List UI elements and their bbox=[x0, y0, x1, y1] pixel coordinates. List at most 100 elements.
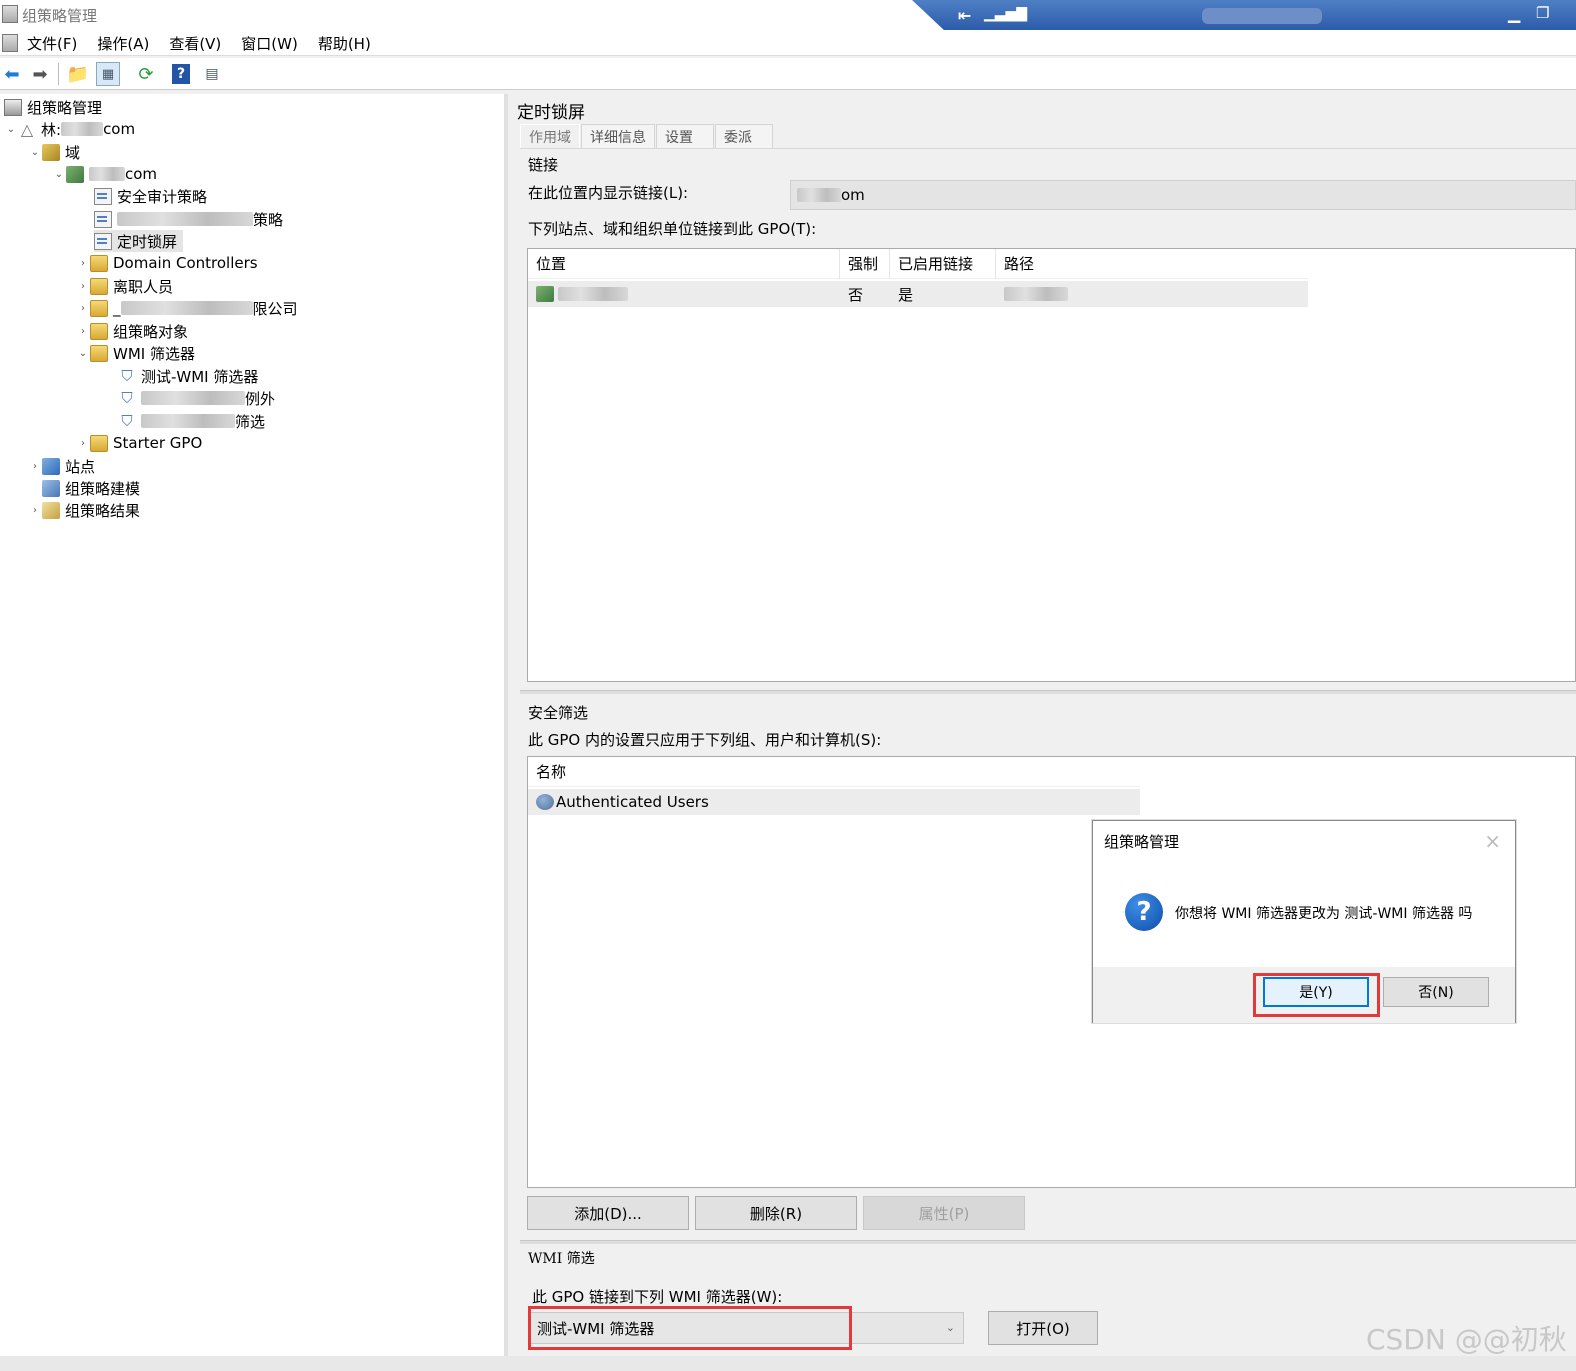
forest-icon: △ bbox=[20, 119, 34, 139]
remove-button[interactable]: 删除(R) bbox=[695, 1196, 857, 1230]
add-button[interactable]: 添加(D)... bbox=[527, 1196, 689, 1230]
redacted-text bbox=[89, 167, 125, 181]
back-arrow-icon[interactable]: ⬅ bbox=[0, 62, 24, 86]
users-group-icon bbox=[536, 794, 554, 810]
properties-button[interactable]: 属性(P) bbox=[863, 1196, 1025, 1230]
status-strip bbox=[0, 1356, 1576, 1371]
tree-results[interactable]: › 组策略结果 bbox=[28, 499, 140, 521]
links-heading: 链接 bbox=[528, 156, 559, 174]
chevron-right-icon[interactable]: › bbox=[28, 461, 42, 472]
section-splitter[interactable] bbox=[520, 690, 1576, 694]
filter-icon: ⛉ bbox=[121, 411, 133, 430]
filter-icon: ⛉ bbox=[121, 366, 133, 385]
chevron-right-icon[interactable]: › bbox=[76, 281, 90, 292]
dialog-title: 组策略管理 bbox=[1104, 833, 1180, 851]
chevron-right-icon[interactable]: › bbox=[76, 438, 90, 449]
modeling-icon bbox=[42, 479, 60, 497]
tree-ou-departed[interactable]: › 离职人员 bbox=[76, 275, 173, 297]
links-list-header: 位置 强制 已启用链接 路径 bbox=[528, 248, 1308, 279]
starter-gpo-icon bbox=[90, 434, 108, 452]
open-button[interactable]: 打开(O) bbox=[988, 1311, 1098, 1345]
remote-session-bar: ⇤ ▁▃▅▇ ▁ ❐ bbox=[912, 0, 1576, 32]
wmi-container-icon bbox=[90, 344, 108, 362]
security-label: 此 GPO 内的设置只应用于下列组、用户和计算机(S): bbox=[528, 731, 882, 749]
column-location[interactable]: 位置 bbox=[528, 248, 840, 279]
restore-icon[interactable]: ❐ bbox=[1536, 4, 1549, 22]
gpo-link-icon bbox=[94, 210, 112, 228]
ou-folder-icon bbox=[90, 254, 108, 272]
properties-icon[interactable]: ▤ bbox=[200, 62, 224, 86]
tree-wmi-test[interactable]: ⛉ 测试-WMI 筛选器 bbox=[118, 365, 258, 387]
show-hide-tree-icon[interactable]: ▦ bbox=[96, 62, 120, 86]
filter-icon: ⛉ bbox=[121, 388, 133, 407]
gpo-link-icon bbox=[94, 187, 112, 205]
watermark: CSDN @@初秋 bbox=[1366, 1323, 1567, 1356]
chevron-right-icon[interactable]: › bbox=[76, 326, 90, 337]
wmi-label: 此 GPO 链接到下列 WMI 筛选器(W): bbox=[532, 1288, 783, 1306]
tree-forest[interactable]: ⌄ △ 林: com bbox=[4, 118, 135, 140]
sites-icon bbox=[42, 457, 60, 475]
pin-icon[interactable]: ⇤ bbox=[958, 6, 971, 25]
section-splitter[interactable] bbox=[520, 1240, 1576, 1244]
list-item[interactable]: Authenticated Users bbox=[528, 789, 1140, 815]
tree-domain-controllers[interactable]: › Domain Controllers bbox=[76, 252, 258, 274]
show-links-select[interactable]: om bbox=[790, 180, 1576, 210]
column-name[interactable]: 名称 bbox=[528, 757, 1140, 787]
column-link-enabled[interactable]: 已启用链接 bbox=[890, 248, 996, 279]
tree-wmi-filters[interactable]: ⌄ WMI 筛选器 bbox=[76, 342, 195, 364]
tree-gpo-redacted[interactable]: 策略 bbox=[94, 208, 283, 230]
tab-scope[interactable]: 作用域 bbox=[520, 124, 580, 148]
gpm-icon bbox=[4, 98, 22, 116]
tree-wmi-redacted-1[interactable]: ⛉ 例外 bbox=[118, 387, 275, 409]
tree-modeling[interactable]: 组策略建模 bbox=[28, 477, 140, 499]
help-icon[interactable]: ? bbox=[172, 64, 190, 84]
forward-arrow-icon[interactable]: ➡ bbox=[28, 62, 52, 86]
console-tree: 组策略管理 ⌄ △ 林: com ⌄ 域 ⌄ com 安全审计策略 策略 定时锁… bbox=[0, 94, 508, 1356]
chevron-down-icon[interactable]: ⌄ bbox=[52, 169, 66, 180]
system-menu-icon[interactable] bbox=[2, 34, 18, 52]
tree-domains[interactable]: ⌄ 域 bbox=[28, 141, 80, 163]
close-icon[interactable]: × bbox=[1484, 829, 1501, 853]
redacted-text bbox=[117, 212, 253, 226]
tree-gpo-objects[interactable]: › 组策略对象 bbox=[76, 320, 188, 342]
tree-root[interactable]: 组策略管理 bbox=[4, 96, 102, 118]
table-row[interactable]: 否 是 bbox=[528, 281, 1308, 307]
tree-sites[interactable]: › 站点 bbox=[28, 455, 95, 477]
menu-window[interactable]: 窗口(W) bbox=[241, 33, 298, 54]
tree-ou-company[interactable]: › _ 限公司 bbox=[76, 297, 298, 319]
highlight-box bbox=[1253, 973, 1380, 1017]
title-bar: 组策略管理 ⇤ ▁▃▅▇ ▁ ❐ bbox=[0, 0, 1576, 32]
refresh-icon[interactable]: ⟳ bbox=[134, 62, 158, 86]
security-heading: 安全筛选 bbox=[528, 704, 589, 722]
chevron-down-icon[interactable]: ⌄ bbox=[4, 124, 18, 135]
tab-details[interactable]: 详细信息 bbox=[581, 124, 655, 148]
chevron-right-icon[interactable]: › bbox=[28, 505, 42, 516]
toolbar-separator bbox=[58, 63, 59, 85]
chevron-right-icon[interactable]: › bbox=[76, 303, 90, 314]
links-list[interactable]: 位置 强制 已启用链接 路径 否 是 bbox=[527, 248, 1576, 682]
menu-view[interactable]: 查看(V) bbox=[169, 33, 221, 54]
column-path[interactable]: 路径 bbox=[996, 249, 1308, 279]
dialog-message: 你想将 WMI 筛选器更改为 测试-WMI 筛选器 吗 bbox=[1175, 906, 1473, 922]
menu-file[interactable]: 文件(F) bbox=[27, 33, 77, 54]
up-folder-icon[interactable]: 📁 bbox=[66, 62, 90, 86]
toolbar: ⬅ ➡ 📁 ▦ ⟳ ? ▤ bbox=[0, 58, 1576, 90]
tree-gpo-audit[interactable]: 安全审计策略 bbox=[94, 185, 207, 207]
tab-delegation[interactable]: 委派 bbox=[715, 124, 773, 148]
chevron-down-icon[interactable]: ⌄ bbox=[28, 147, 42, 158]
chevron-down-icon[interactable]: ⌄ bbox=[76, 348, 90, 359]
tree-gpo-lock[interactable]: 定时锁屏 bbox=[94, 230, 184, 252]
domain-icon bbox=[66, 165, 84, 183]
chevron-right-icon[interactable]: › bbox=[76, 258, 90, 269]
menu-help[interactable]: 帮助(H) bbox=[318, 33, 371, 54]
tree-wmi-redacted-2[interactable]: ⛉ 筛选 bbox=[118, 410, 265, 432]
minimize-icon[interactable]: ▁ bbox=[1508, 4, 1520, 23]
tree-domain[interactable]: ⌄ com bbox=[52, 163, 157, 185]
gpo-container-icon bbox=[90, 322, 108, 340]
tree-starter-gpo[interactable]: › Starter GPO bbox=[76, 432, 202, 454]
app-icon bbox=[2, 5, 18, 23]
no-button[interactable]: 否(N) bbox=[1383, 977, 1489, 1007]
tab-settings[interactable]: 设置 bbox=[656, 124, 714, 148]
menu-action[interactable]: 操作(A) bbox=[97, 33, 149, 54]
column-enforced[interactable]: 强制 bbox=[840, 248, 890, 279]
